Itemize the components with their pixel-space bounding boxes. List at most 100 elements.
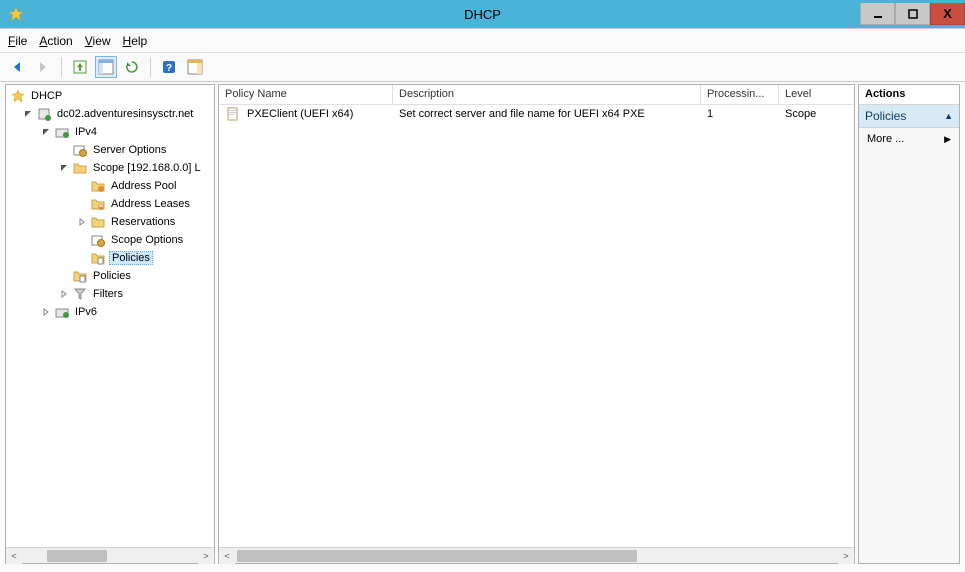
tree-ipv6[interactable]: IPv6 <box>6 303 214 321</box>
tree-scope-policies[interactable]: Policies <box>6 249 214 267</box>
filters-icon <box>72 286 88 302</box>
scroll-right-button[interactable]: > <box>838 548 854 564</box>
tree-label: Policies <box>109 251 153 265</box>
forward-button[interactable] <box>32 56 54 78</box>
chevron-up-icon: ▲ <box>944 111 953 121</box>
tree-address-leases[interactable]: Address Leases <box>6 195 214 213</box>
close-button[interactable]: X <box>930 3 965 25</box>
tree-address-pool[interactable]: Address Pool <box>6 177 214 195</box>
scroll-right-button[interactable]: > <box>198 548 214 564</box>
scroll-left-button[interactable]: < <box>219 548 235 564</box>
actions-panel: Actions Policies ▲ More ... ▶ <box>858 84 960 564</box>
list-body[interactable]: PXEClient (UEFI x64) Set correct server … <box>219 105 854 547</box>
menu-file[interactable]: File <box>8 34 27 48</box>
column-header-name[interactable]: Policy Name <box>219 85 393 104</box>
expand-icon[interactable] <box>40 306 52 318</box>
tree-label: Scope Options <box>109 234 185 246</box>
address-pool-icon <box>90 178 106 194</box>
content-area: DHCP dc02.adventuresinsysctr.net IPv4 Se… <box>0 82 965 572</box>
help-button[interactable]: ? <box>158 56 180 78</box>
tree-label: Filters <box>91 288 125 300</box>
tree-body[interactable]: DHCP dc02.adventuresinsysctr.net IPv4 Se… <box>6 85 214 547</box>
list-scrollbar-horizontal[interactable]: < > <box>219 547 854 563</box>
maximize-button[interactable] <box>895 3 930 25</box>
show-hide-tree-button[interactable] <box>95 56 117 78</box>
policy-icon <box>225 106 241 122</box>
menu-help[interactable]: Help <box>123 34 148 48</box>
toolbar: ? <box>0 52 965 82</box>
tree-scrollbar-horizontal[interactable]: < > <box>6 547 214 563</box>
dhcp-window: DHCP X File Action View Help ? DH <box>0 0 965 572</box>
leases-icon <box>90 196 106 212</box>
properties-button[interactable] <box>184 56 206 78</box>
column-header-description[interactable]: Description <box>393 85 701 104</box>
scroll-track[interactable] <box>235 548 838 564</box>
scroll-track[interactable] <box>22 548 198 564</box>
expander-empty <box>58 144 70 156</box>
scroll-left-button[interactable]: < <box>6 548 22 564</box>
expand-icon[interactable] <box>58 288 70 300</box>
tree-scope[interactable]: Scope [192.168.0.0] L <box>6 159 214 177</box>
refresh-button[interactable] <box>121 56 143 78</box>
menubar: File Action View Help <box>0 28 965 52</box>
policies-icon <box>90 250 106 266</box>
tree-label: Policies <box>91 270 133 282</box>
tree-server[interactable]: dc02.adventuresinsysctr.net <box>6 105 214 123</box>
tree-server-options[interactable]: Server Options <box>6 141 214 159</box>
back-button[interactable] <box>6 56 28 78</box>
server-icon <box>36 106 52 122</box>
list-row[interactable]: PXEClient (UEFI x64) Set correct server … <box>219 105 854 123</box>
svg-text:?: ? <box>166 63 172 74</box>
collapse-icon[interactable] <box>58 162 70 174</box>
tree-policies[interactable]: Policies <box>6 267 214 285</box>
tree-root[interactable]: DHCP <box>6 87 214 105</box>
expander-empty <box>58 270 70 282</box>
menu-action[interactable]: Action <box>39 34 72 48</box>
tree-ipv4[interactable]: IPv4 <box>6 123 214 141</box>
folder-icon <box>72 160 88 176</box>
expander-empty <box>76 234 88 246</box>
column-header-level[interactable]: Level <box>779 85 839 104</box>
scroll-thumb[interactable] <box>47 550 107 562</box>
actions-more[interactable]: More ... ▶ <box>859 128 959 150</box>
actions-group-label: Policies <box>865 109 906 123</box>
minimize-button[interactable] <box>860 3 895 25</box>
options-icon <box>72 142 88 158</box>
actions-group-policies[interactable]: Policies ▲ <box>859 105 959 128</box>
tree-label: Reservations <box>109 216 177 228</box>
dhcp-icon <box>10 88 26 104</box>
tree-label: dc02.adventuresinsysctr.net <box>55 108 195 120</box>
cell-text: PXEClient (UEFI x64) <box>247 108 353 120</box>
expander-empty <box>76 252 88 264</box>
options-icon <box>90 232 106 248</box>
tree-label: Scope [192.168.0.0] L <box>91 162 203 174</box>
tree-label: Server Options <box>91 144 168 156</box>
ipv4-icon <box>54 124 70 140</box>
chevron-right-icon: ▶ <box>944 134 951 145</box>
tree-label: Address Leases <box>109 198 192 210</box>
titlebar: DHCP X <box>0 0 965 28</box>
titlebar-buttons: X <box>860 3 965 25</box>
list-panel: Policy Name Description Processin... Lev… <box>218 84 855 564</box>
tree-panel: DHCP dc02.adventuresinsysctr.net IPv4 Se… <box>5 84 215 564</box>
cell-processing: 1 <box>701 108 779 120</box>
toolbar-separator <box>150 57 151 77</box>
tree-scope-options[interactable]: Scope Options <box>6 231 214 249</box>
cell-level: Scope <box>779 108 839 120</box>
tree-label: Address Pool <box>109 180 178 192</box>
toolbar-separator <box>61 57 62 77</box>
collapse-icon[interactable] <box>22 108 34 120</box>
tree-filters[interactable]: Filters <box>6 285 214 303</box>
tree-reservations[interactable]: Reservations <box>6 213 214 231</box>
expand-icon[interactable] <box>76 216 88 228</box>
scroll-thumb[interactable] <box>237 550 637 562</box>
collapse-icon[interactable] <box>40 126 52 138</box>
ipv6-icon <box>54 304 70 320</box>
cell-name: PXEClient (UEFI x64) <box>219 106 393 122</box>
up-button[interactable] <box>69 56 91 78</box>
menu-view[interactable]: View <box>85 34 111 48</box>
expander-empty <box>76 198 88 210</box>
column-header-processing[interactable]: Processin... <box>701 85 779 104</box>
tree-label: IPv6 <box>73 306 99 318</box>
tree-label: IPv4 <box>73 126 99 138</box>
